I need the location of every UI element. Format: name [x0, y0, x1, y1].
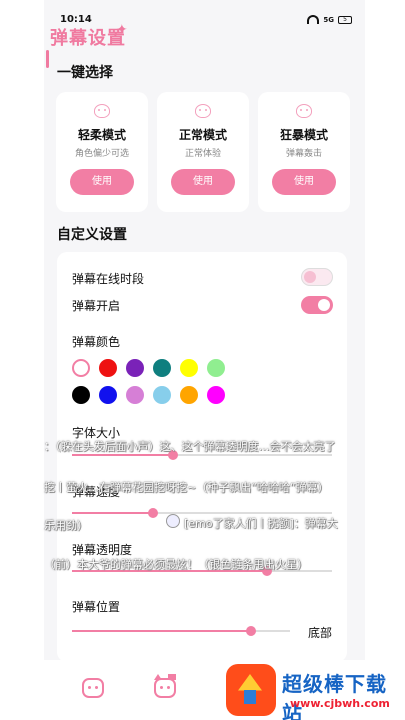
- color-swatch[interactable]: [180, 386, 198, 404]
- battery-icon: 5: [338, 15, 352, 24]
- face-nav-icon[interactable]: [82, 678, 104, 698]
- preset-card-wild: 狂暴模式 弹幕轰击 使用: [258, 92, 350, 212]
- preset-name: 狂暴模式: [279, 128, 328, 142]
- color-swatch[interactable]: [153, 386, 171, 404]
- watermark-url: www.cjbwh.com: [290, 697, 390, 710]
- preset-desc: 角色偏少可选: [74, 149, 129, 159]
- smile-face-icon: [94, 104, 110, 118]
- danmaku-enable-toggle[interactable]: [301, 296, 333, 314]
- toggle-knob: [304, 271, 316, 283]
- color-swatch[interactable]: [99, 386, 117, 404]
- toggle-knob: [318, 299, 330, 311]
- sparkle-icon: ✦: [116, 22, 128, 38]
- preset-section-title: 一键选择: [57, 65, 113, 81]
- right-margin: [365, 0, 405, 720]
- watermark-title: 超级棒下载站: [282, 672, 387, 720]
- back-button[interactable]: [46, 50, 49, 68]
- page-title: 弹幕设置: [50, 28, 126, 49]
- color-swatch[interactable]: [99, 359, 117, 377]
- danmaku-message: ：（躲在头发后面小声）这、这个弹幕透明度…会不会太亮了: [44, 440, 336, 453]
- color-swatch[interactable]: [207, 359, 225, 377]
- smile-face-icon: [195, 104, 211, 118]
- cat-nav-icon[interactable]: [154, 674, 176, 698]
- color-swatch[interactable]: [126, 386, 144, 404]
- color-swatch[interactable]: [72, 386, 90, 404]
- excited-face-icon: [296, 104, 312, 118]
- color-swatch[interactable]: [180, 359, 198, 377]
- app-screen: 10:14 5G 5 弹幕设置 ✦ 一键选择 轻柔模式 角色偏少可选 使用 正常…: [0, 0, 405, 720]
- signal-icon: 5G: [323, 15, 334, 24]
- color-swatch[interactable]: [126, 359, 144, 377]
- preset-card-gentle: 轻柔模式 角色偏少可选 使用: [56, 92, 148, 212]
- preset-card-normal: 正常模式 正常体验 使用: [157, 92, 249, 212]
- font-size-slider[interactable]: [72, 450, 332, 460]
- left-margin: [0, 0, 44, 720]
- color-swatch[interactable]: [72, 359, 90, 377]
- danmaku-enable-label: 弹幕开启: [72, 299, 121, 313]
- danmaku-message: [emo了家人们丨抚额]：弹幕大: [184, 517, 338, 530]
- position-label: 弹幕位置: [72, 600, 121, 614]
- speed-slider[interactable]: [72, 508, 332, 518]
- danmaku-message: （前）本大爷的弹幕必须最炫！（银色链条甩出火星）: [44, 558, 308, 571]
- watermark-logo: [226, 664, 276, 716]
- position-slider[interactable]: [72, 626, 290, 636]
- use-normal-button[interactable]: 使用: [171, 169, 235, 195]
- preset-name: 轻柔模式: [77, 128, 126, 142]
- online-period-toggle[interactable]: [301, 268, 333, 286]
- use-gentle-button[interactable]: 使用: [70, 169, 134, 195]
- use-wild-button[interactable]: 使用: [272, 169, 336, 195]
- emoji-avatar-icon: [166, 514, 180, 528]
- custom-section-title: 自定义设置: [57, 227, 127, 243]
- preset-desc: 弹幕轰击: [285, 149, 322, 159]
- wifi-icon: [307, 15, 320, 24]
- danmaku-message: 乐用劲）: [44, 519, 88, 532]
- preset-name: 正常模式: [178, 128, 227, 142]
- online-period-label: 弹幕在线时段: [72, 272, 145, 286]
- preset-desc: 正常体验: [184, 149, 221, 159]
- color-swatch[interactable]: [153, 359, 171, 377]
- color-label: 弹幕颜色: [72, 335, 121, 349]
- color-swatch[interactable]: [207, 386, 225, 404]
- danmaku-message: 挖丨萤火…在弹幕花园挖呀挖~（种子飘出“哈哈哈”弹幕）: [44, 481, 329, 494]
- position-value: 底部: [308, 626, 333, 640]
